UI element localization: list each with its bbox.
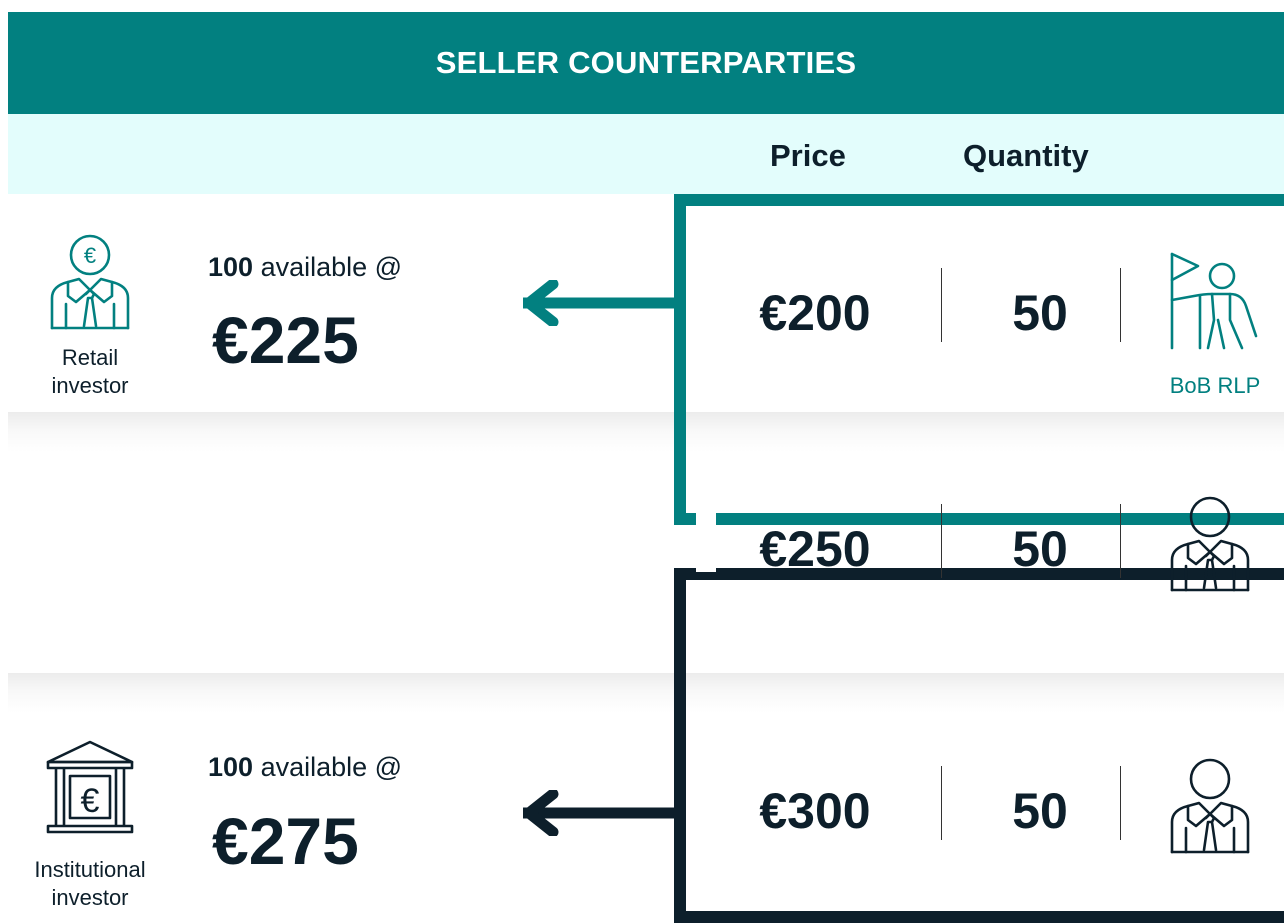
order-price: €250 <box>759 521 871 577</box>
retail-match-bracket <box>674 194 1284 525</box>
institutional-price: €275 <box>212 804 359 878</box>
column-header-band <box>8 114 1284 194</box>
quantity-column-header: Quantity <box>963 138 1089 173</box>
investor-person-icon <box>1170 496 1250 592</box>
column-divider <box>941 504 942 578</box>
institutional-investor-icon: € <box>46 740 134 834</box>
order-quantity: 50 <box>1012 285 1068 341</box>
column-divider <box>941 268 942 342</box>
investor-person-icon <box>1170 758 1250 854</box>
page-title: SELLER COUNTERPARTIES <box>435 45 857 80</box>
order-quantity: 50 <box>1012 783 1068 839</box>
column-divider <box>1120 504 1121 578</box>
column-divider <box>1120 268 1121 342</box>
flag-person-icon <box>1170 252 1258 350</box>
institutional-investor-label: Institutional investor <box>34 857 146 910</box>
institutional-arrow-icon <box>523 790 675 836</box>
svg-text:€: € <box>84 243 96 268</box>
column-divider <box>941 766 942 840</box>
retail-investor-label: Retail investor <box>51 345 129 398</box>
column-divider <box>1120 766 1121 840</box>
svg-text:€: € <box>81 782 100 820</box>
institutional-availability: 100 available @ <box>208 752 403 782</box>
header-bar: SELLER COUNTERPARTIES <box>8 12 1284 114</box>
order-price: €200 <box>759 285 871 341</box>
counterparty-label: BoB RLP <box>1169 373 1261 398</box>
order-quantity: 50 <box>1012 521 1068 577</box>
retail-investor-icon: € <box>50 234 130 330</box>
order-price: €300 <box>759 783 871 839</box>
retail-availability: 100 available @ <box>208 252 403 282</box>
price-column-header: Price <box>770 138 846 173</box>
retail-arrow-icon <box>523 280 675 326</box>
institutional-match-bracket <box>674 568 1284 923</box>
retail-price: €225 <box>212 303 359 377</box>
